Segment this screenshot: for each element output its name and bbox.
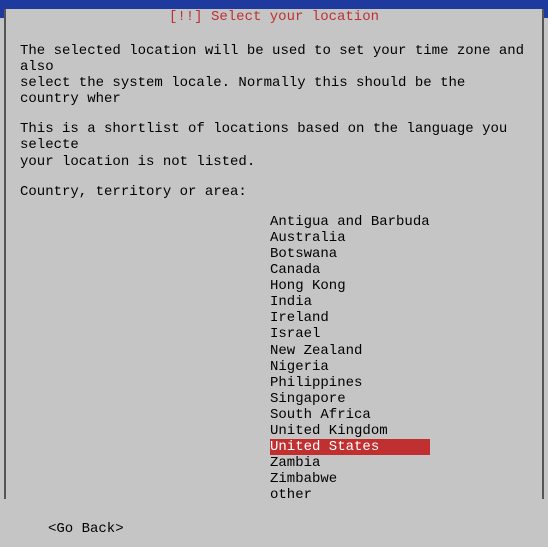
list-item[interactable]: United Kingdom — [270, 423, 528, 439]
list-item[interactable]: United States — [270, 439, 430, 455]
list-item[interactable]: Nigeria — [270, 359, 528, 375]
list-item[interactable]: South Africa — [270, 407, 528, 423]
dialog-content: The selected location will be used to se… — [6, 25, 542, 547]
list-item[interactable]: Canada — [270, 262, 528, 278]
list-item[interactable]: Antigua and Barbuda — [270, 214, 528, 230]
list-item[interactable]: Australia — [270, 230, 528, 246]
dialog-box: [!!] Select your location The selected l… — [4, 9, 544, 499]
list-item[interactable]: Zambia — [270, 455, 528, 471]
list-item[interactable]: other — [270, 487, 528, 503]
intro-paragraph-2: This is a shortlist of locations based o… — [20, 121, 528, 169]
list-item[interactable]: Philippines — [270, 375, 528, 391]
go-back-button[interactable]: <Go Back> — [48, 521, 124, 537]
list-item[interactable]: Botswana — [270, 246, 528, 262]
dialog-title-row: [!!] Select your location — [6, 9, 542, 25]
list-item[interactable]: Hong Kong — [270, 278, 528, 294]
dialog-title: [!!] Select your location — [165, 9, 383, 25]
list-item[interactable]: Singapore — [270, 391, 528, 407]
list-item[interactable]: India — [270, 294, 528, 310]
list-item[interactable]: New Zealand — [270, 343, 528, 359]
list-item[interactable]: Ireland — [270, 310, 528, 326]
location-list: Antigua and BarbudaAustraliaBotswanaCana… — [270, 214, 528, 504]
list-item[interactable]: Zimbabwe — [270, 471, 528, 487]
prompt-label: Country, territory or area: — [20, 184, 528, 200]
intro-paragraph-1: The selected location will be used to se… — [20, 43, 528, 107]
list-item[interactable]: Israel — [270, 326, 528, 342]
